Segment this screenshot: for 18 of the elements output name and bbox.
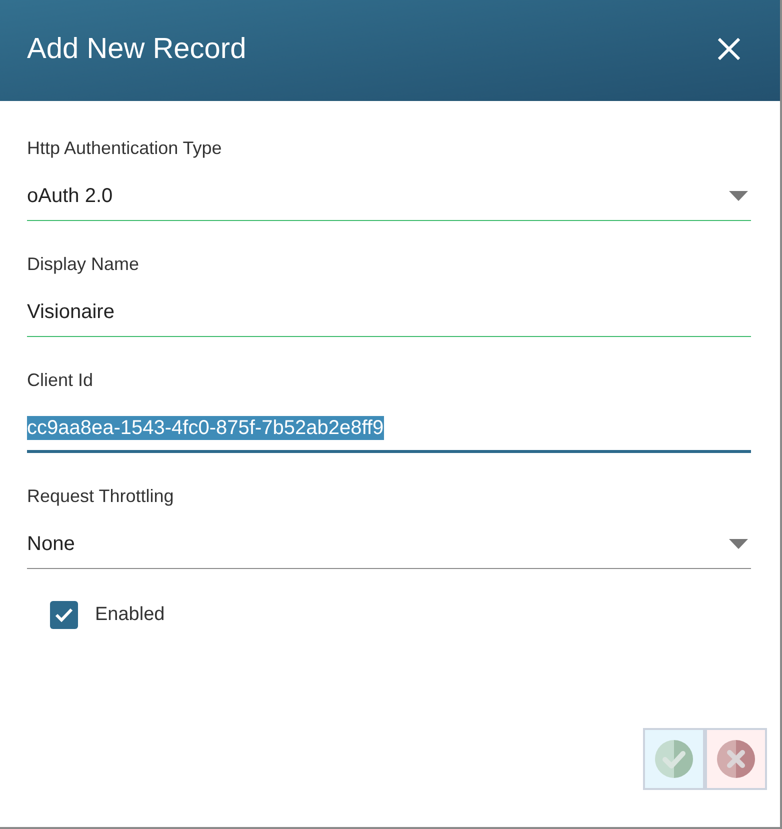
- close-button[interactable]: [718, 38, 740, 60]
- dialog-title: Add New Record: [27, 32, 246, 66]
- field-label: Http Authentication Type: [27, 137, 222, 160]
- field-label: Display Name: [27, 253, 140, 276]
- checkmark-icon: [55, 608, 73, 622]
- field-label: Request Throttling: [27, 485, 174, 508]
- field-label: Client Id: [27, 369, 94, 392]
- check-circle-icon: [655, 740, 693, 778]
- checkbox-label: Enabled: [95, 603, 165, 627]
- checkbox[interactable]: [50, 601, 78, 629]
- caret-down-icon: [729, 191, 748, 201]
- input-field[interactable]: cc9aa8ea-1543-4fc0-875f-7b52ab2e8ff9: [27, 416, 751, 453]
- x-circle-icon: [717, 740, 755, 778]
- dropdown[interactable]: oAuth 2.0: [27, 184, 751, 221]
- dropdown[interactable]: None: [27, 532, 751, 569]
- input-field[interactable]: Visionaire: [27, 300, 751, 337]
- caret-down-icon: [729, 539, 748, 549]
- close-icon: [718, 38, 740, 60]
